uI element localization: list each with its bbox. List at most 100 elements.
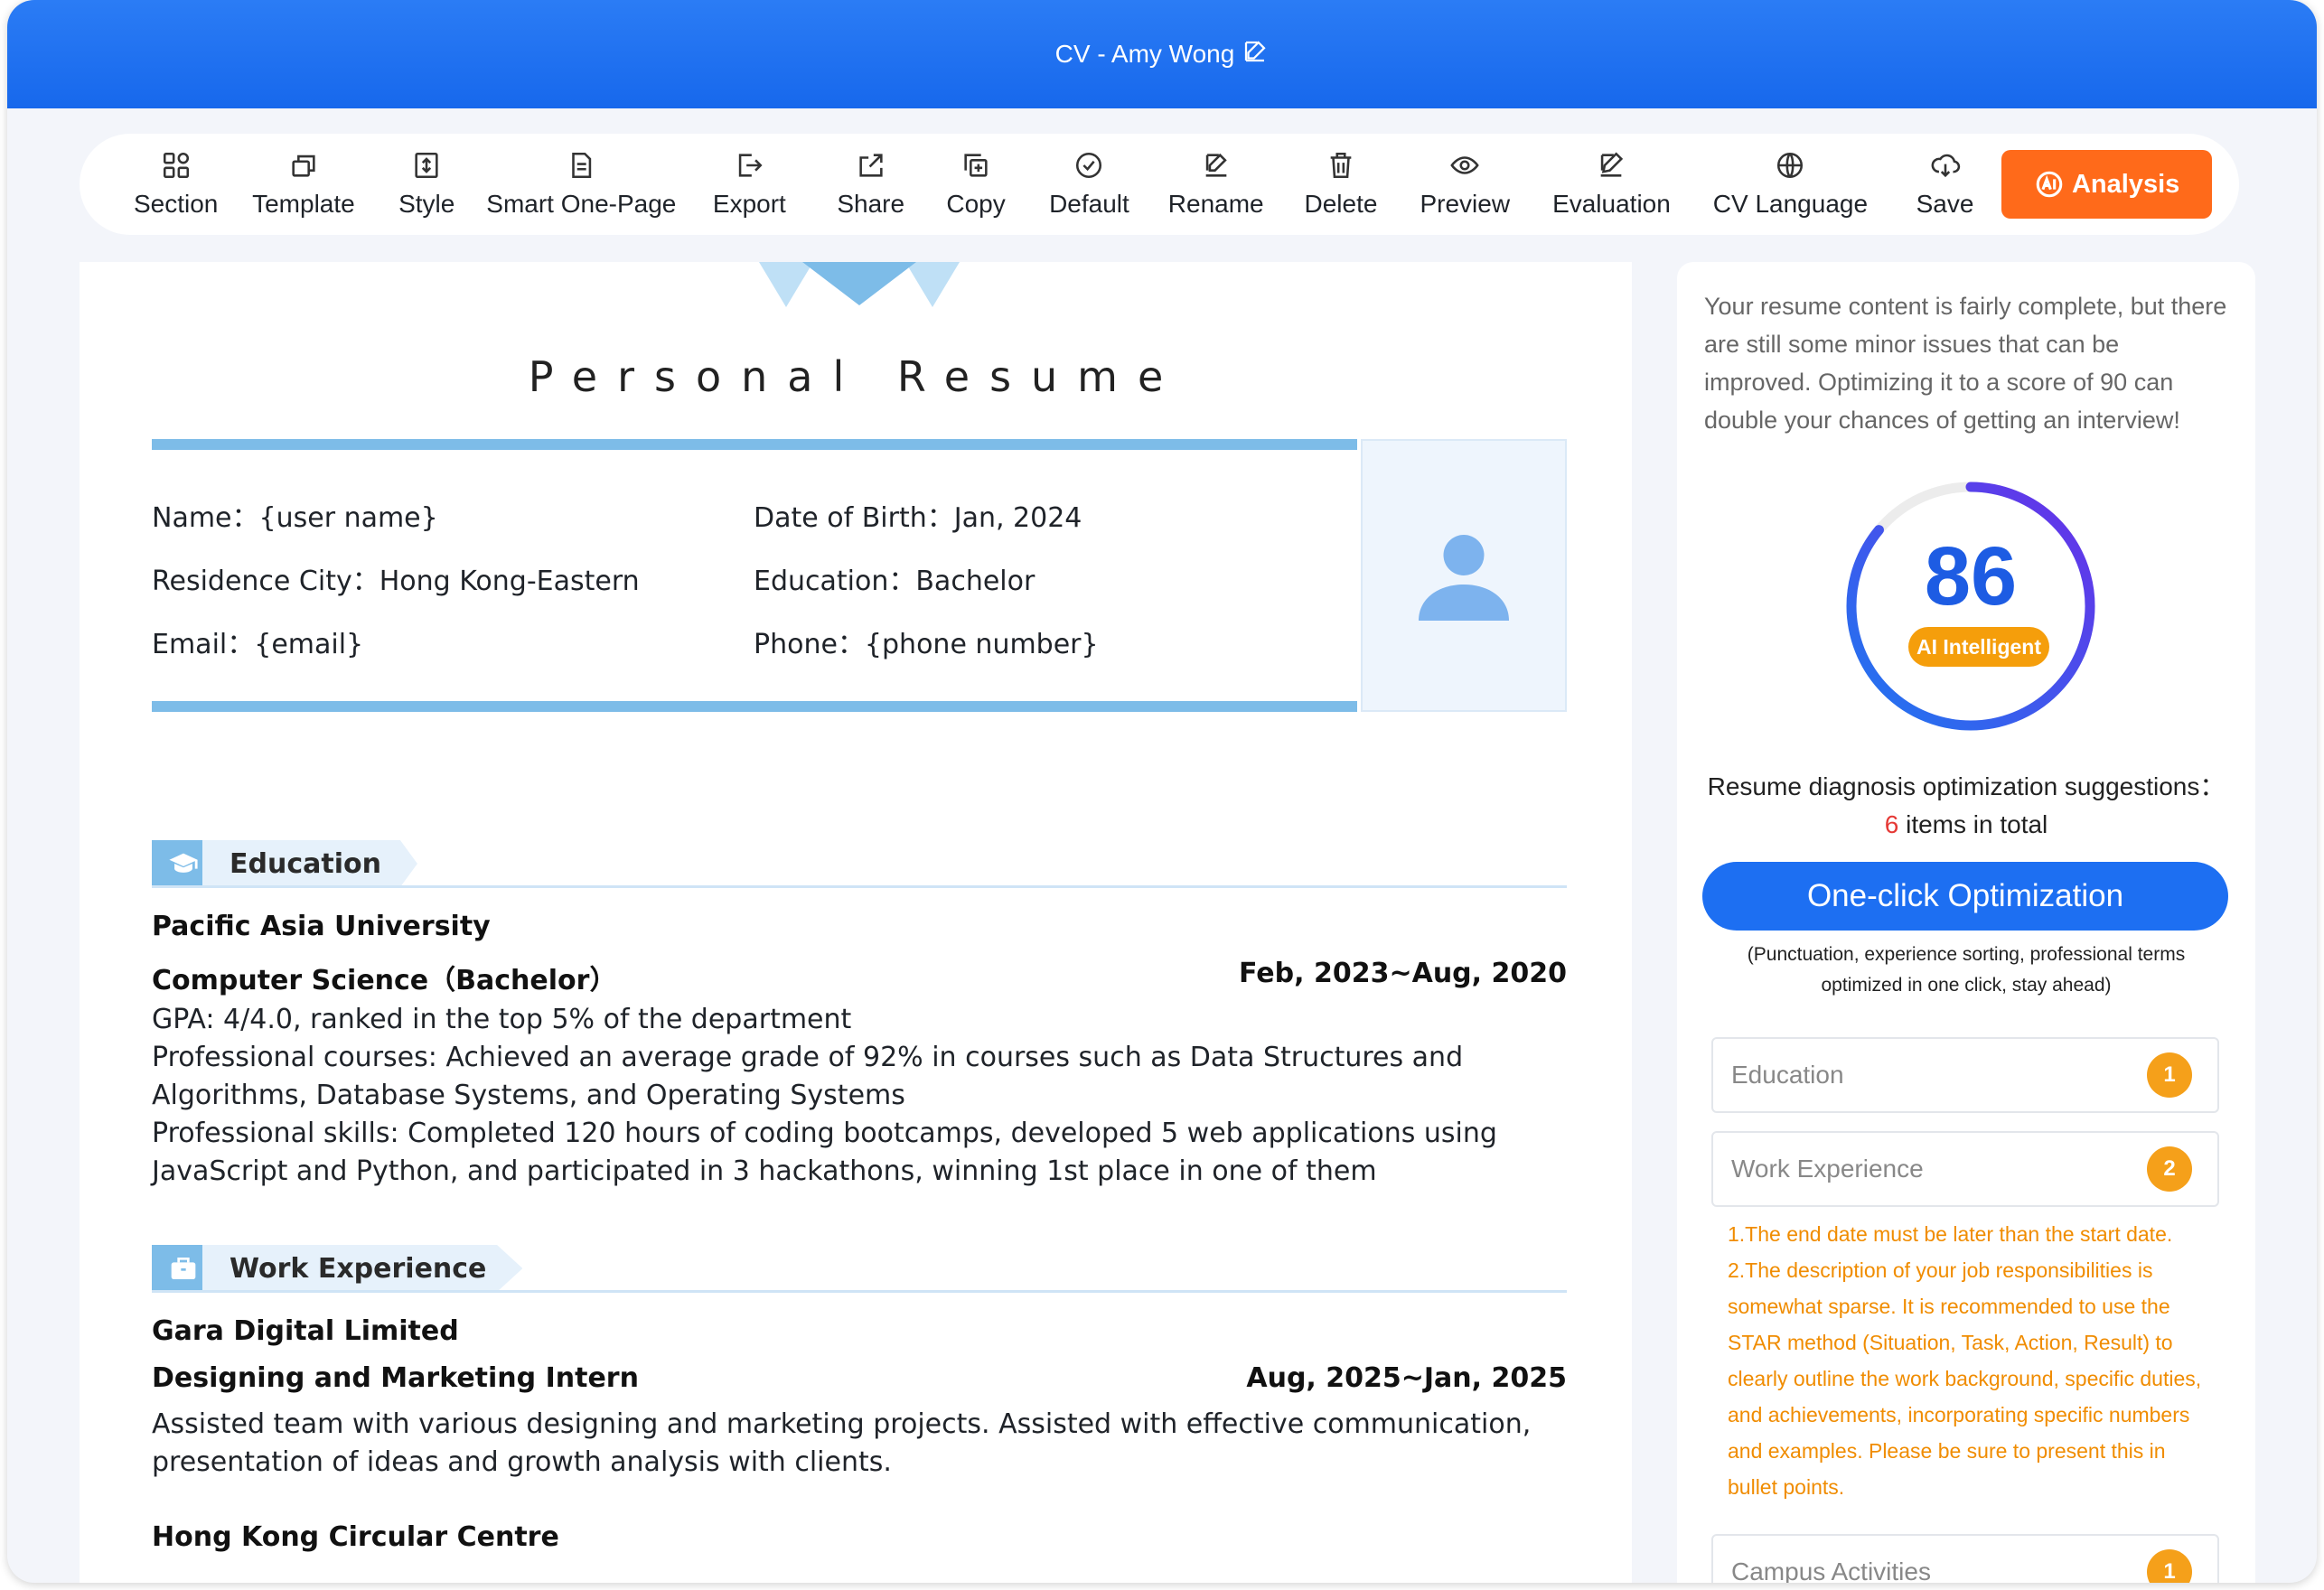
- toolbar: Section Template Style Smart One-Page Ex…: [80, 134, 2239, 235]
- education-line: Professional courses: Achieved an averag…: [152, 1042, 1464, 1111]
- section-rule: [152, 1290, 1567, 1293]
- rename-button[interactable]: Rename: [1149, 134, 1282, 235]
- export-icon: [739, 154, 763, 177]
- tool-label: Section: [133, 190, 219, 218]
- company-name: Hong Kong Circular Centre: [152, 1521, 559, 1553]
- analysis-label: Analysis: [2071, 169, 2180, 199]
- diagnosis-suffix: items in total: [1898, 810, 2048, 838]
- tool-label: Save: [1916, 190, 1974, 218]
- info-name: Name：{user name}: [152, 502, 438, 534]
- style-icon: [415, 152, 438, 179]
- analysis-panel: Your resume content is fairly complete, …: [1677, 262, 2255, 1583]
- style-button[interactable]: Style: [371, 134, 483, 235]
- copy-icon: [964, 154, 988, 177]
- company-name: Gara Digital Limited: [152, 1315, 459, 1347]
- tool-label: Copy: [946, 190, 1006, 218]
- suggestion: 1.The end date must be later than the st…: [1728, 1222, 2173, 1246]
- diagnosis-item-work-experience[interactable]: Work Experience 2: [1711, 1131, 2219, 1207]
- tool-label: Smart One-Page: [486, 190, 677, 218]
- section-rule: [152, 885, 1567, 888]
- education-description: GPA: 4/4.0, ranked in the top 5% of the …: [152, 1001, 1579, 1191]
- diagnosis-item-label: Education: [1731, 1061, 1844, 1089]
- diagnosis-item-campus-activities[interactable]: Campus Activities 1: [1711, 1534, 2219, 1583]
- ai-icon: [2036, 171, 2063, 198]
- export-button[interactable]: Export: [680, 134, 819, 235]
- diagnosis-title: Resume diagnosis optimization suggestion…: [1707, 772, 2226, 800]
- work-suggestions: 1.The end date must be later than the st…: [1728, 1216, 2207, 1505]
- share-icon: [859, 154, 883, 177]
- header-band-top: [152, 439, 1357, 450]
- preview-button[interactable]: Preview: [1400, 134, 1531, 235]
- diagnosis-item-education[interactable]: Education 1: [1711, 1037, 2219, 1113]
- template-button[interactable]: Template: [236, 134, 370, 235]
- edit-icon: [1205, 153, 1227, 177]
- cv-language-button[interactable]: CV Language: [1692, 134, 1888, 235]
- edit-title-icon[interactable]: [1242, 38, 1269, 71]
- analysis-intro: Your resume content is fairly complete, …: [1704, 293, 2227, 434]
- tool-label: Default: [1049, 190, 1129, 218]
- copy-button[interactable]: Copy: [923, 134, 1028, 235]
- diagnosis-item-count: 2: [2147, 1146, 2192, 1192]
- section-label: Work Experience: [202, 1245, 523, 1292]
- check-circle-icon: [1076, 152, 1102, 179]
- diagnosis-item-label: Campus Activities: [1731, 1557, 1931, 1583]
- work-description: Assisted team with various designing and…: [152, 1408, 1532, 1478]
- diagnosis-summary: Resume diagnosis optimization suggestion…: [1677, 768, 2255, 844]
- tool-label: Share: [837, 190, 905, 218]
- title-bar: CV - Amy Wong: [7, 0, 2317, 108]
- info-city: Residence City：Hong Kong-Eastern: [152, 566, 640, 597]
- section-button[interactable]: Section: [116, 134, 236, 235]
- score-gauge: 86 AI Intelligent: [1840, 475, 2102, 737]
- app-window: CV - Amy Wong Section Template Style Sma…: [7, 0, 2317, 1583]
- tool-label: Export: [712, 190, 786, 218]
- info-education: Education：Bachelor: [754, 566, 1035, 597]
- share-button[interactable]: Share: [819, 134, 923, 235]
- analysis-button[interactable]: Analysis: [2001, 150, 2213, 219]
- tool-label: Evaluation: [1552, 190, 1671, 218]
- header-decoration: [759, 262, 960, 307]
- eye-icon: [1450, 156, 1479, 174]
- trash-icon: [1330, 152, 1352, 179]
- work-date: Aug, 2025~Jan, 2025: [1246, 1362, 1567, 1394]
- profile-photo[interactable]: [1361, 439, 1567, 712]
- degree: Computer Science（Bachelor）: [152, 965, 617, 996]
- delete-button[interactable]: Delete: [1282, 134, 1399, 235]
- one-click-optimization-button[interactable]: One-click Optimization: [1702, 862, 2228, 931]
- info-dob: Date of Birth：Jan, 2024: [754, 502, 1082, 534]
- tool-label: Delete: [1304, 190, 1378, 218]
- education-line: Professional skills: Completed 120 hours…: [152, 1118, 1497, 1187]
- diagnosis-item-count: 1: [2147, 1549, 2192, 1583]
- optimization-note: (Punctuation, experience sorting, profes…: [1747, 944, 2186, 996]
- document-icon: [572, 152, 592, 179]
- resume-title: Personal Resume: [528, 352, 1184, 401]
- header-band-bottom: [152, 701, 1357, 712]
- school-name: Pacific Asia University: [152, 911, 491, 942]
- smart-one-page-button[interactable]: Smart One-Page: [483, 134, 680, 235]
- globe-icon: [1777, 152, 1804, 179]
- grid-icon: [163, 152, 189, 179]
- cv-title: CV - Amy Wong: [1054, 40, 1235, 68]
- tool-label: CV Language: [1712, 190, 1869, 218]
- tool-label: Style: [398, 190, 455, 218]
- cloud-icon: [1931, 154, 1960, 178]
- section-label: Education: [202, 840, 417, 887]
- education-section-header[interactable]: Education: [152, 840, 1567, 888]
- tool-label: Preview: [1420, 190, 1511, 218]
- default-button[interactable]: Default: [1029, 134, 1149, 235]
- ai-badge: AI Intelligent: [1908, 627, 2049, 667]
- work-section-header[interactable]: Work Experience: [152, 1245, 1567, 1293]
- tool-label: Template: [252, 190, 355, 218]
- evaluation-button[interactable]: Evaluation: [1531, 134, 1692, 235]
- diagnosis-count: 6: [1884, 810, 1899, 838]
- layers-icon: [292, 154, 315, 177]
- pen-icon: [1601, 152, 1624, 177]
- diagnosis-item-label: Work Experience: [1731, 1155, 1924, 1183]
- education-line: GPA: 4/4.0, ranked in the top 5% of the …: [152, 1004, 852, 1035]
- diagnosis-item-count: 1: [2147, 1052, 2192, 1098]
- save-button[interactable]: Save: [1888, 134, 2001, 235]
- resume-document: Personal Resume Name：{user name} Date of…: [80, 262, 1632, 1583]
- tool-label: Rename: [1167, 190, 1264, 218]
- diagnosis-count-line: 6 items in total: [1677, 806, 2255, 844]
- avatar-icon: [1419, 535, 1509, 621]
- score-value: 86: [1924, 530, 2018, 622]
